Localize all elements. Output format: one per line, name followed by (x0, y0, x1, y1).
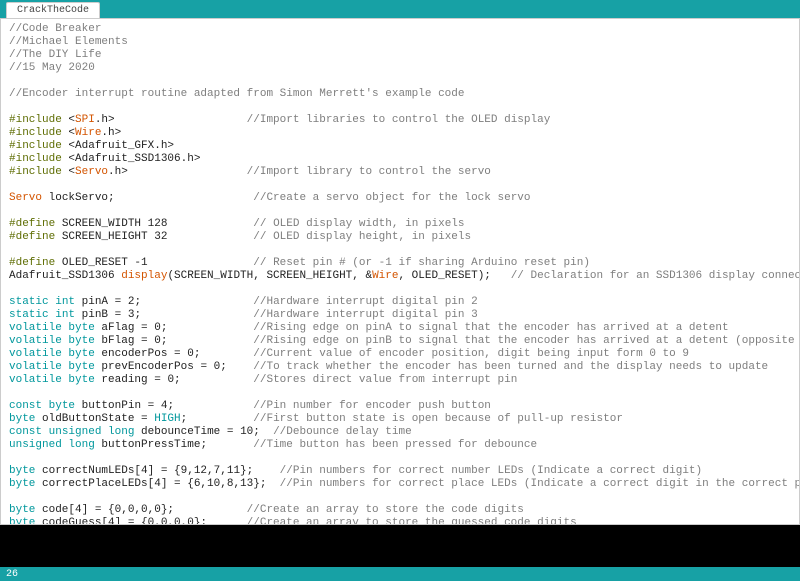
tab-crackthecode[interactable]: CrackTheCode (6, 2, 100, 18)
code-line[interactable]: #include <Adafruit_GFX.h> (9, 140, 791, 153)
code-line[interactable]: #include <Adafruit_SSD1306.h> (9, 153, 791, 166)
console-panel[interactable] (0, 525, 800, 567)
code-line[interactable]: #include <Servo.h> //Import library to c… (9, 166, 791, 179)
code-line[interactable]: #define OLED_RESET -1 // Reset pin # (or… (9, 257, 791, 270)
code-line[interactable] (9, 283, 791, 296)
code-line[interactable]: byte code[4] = {0,0,0,0}; //Create an ar… (9, 504, 791, 517)
status-bar: 26 (0, 567, 800, 581)
code-editor[interactable]: //Code Breaker//Michael Elements//The DI… (1, 19, 799, 524)
code-line[interactable]: //Code Breaker (9, 23, 791, 36)
code-line[interactable] (9, 491, 791, 504)
code-line[interactable] (9, 244, 791, 257)
code-line[interactable]: byte oldButtonState = HIGH; //First butt… (9, 413, 791, 426)
code-line[interactable]: volatile byte encoderPos = 0; //Current … (9, 348, 791, 361)
code-line[interactable]: unsigned long buttonPressTime; //Time bu… (9, 439, 791, 452)
code-line[interactable]: volatile byte bFlag = 0; //Rising edge o… (9, 335, 791, 348)
code-line[interactable]: static int pinA = 2; //Hardware interrup… (9, 296, 791, 309)
status-line-number: 26 (6, 569, 18, 580)
code-line[interactable]: //Michael Elements (9, 36, 791, 49)
code-line[interactable] (9, 101, 791, 114)
code-line[interactable]: volatile byte reading = 0; //Stores dire… (9, 374, 791, 387)
code-line[interactable]: #define SCREEN_HEIGHT 32 // OLED display… (9, 231, 791, 244)
code-line[interactable] (9, 179, 791, 192)
code-line[interactable] (9, 452, 791, 465)
code-line[interactable]: Servo lockServo; //Create a servo object… (9, 192, 791, 205)
code-line[interactable]: #include <SPI.h> //Import libraries to c… (9, 114, 791, 127)
tab-bar: CrackTheCode (0, 0, 800, 18)
code-line[interactable] (9, 205, 791, 218)
code-line[interactable]: byte correctPlaceLEDs[4] = {6,10,8,13}; … (9, 478, 791, 491)
code-line[interactable] (9, 75, 791, 88)
code-line[interactable]: byte correctNumLEDs[4] = {9,12,7,11}; //… (9, 465, 791, 478)
code-line[interactable]: const unsigned long debounceTime = 10; /… (9, 426, 791, 439)
code-line[interactable]: volatile byte aFlag = 0; //Rising edge o… (9, 322, 791, 335)
code-line[interactable]: byte codeGuess[4] = {0,0,0,0}; //Create … (9, 517, 791, 524)
code-line[interactable]: Adafruit_SSD1306 display(SCREEN_WIDTH, S… (9, 270, 791, 283)
code-line[interactable]: volatile byte prevEncoderPos = 0; //To t… (9, 361, 791, 374)
code-line[interactable] (9, 387, 791, 400)
code-line[interactable]: //Encoder interrupt routine adapted from… (9, 88, 791, 101)
code-line[interactable]: #include <Wire.h> (9, 127, 791, 140)
editor-container: //Code Breaker//Michael Elements//The DI… (0, 18, 800, 525)
code-line[interactable]: //15 May 2020 (9, 62, 791, 75)
code-line[interactable]: //The DIY Life (9, 49, 791, 62)
code-line[interactable]: #define SCREEN_WIDTH 128 // OLED display… (9, 218, 791, 231)
code-line[interactable]: const byte buttonPin = 4; //Pin number f… (9, 400, 791, 413)
code-line[interactable]: static int pinB = 3; //Hardware interrup… (9, 309, 791, 322)
